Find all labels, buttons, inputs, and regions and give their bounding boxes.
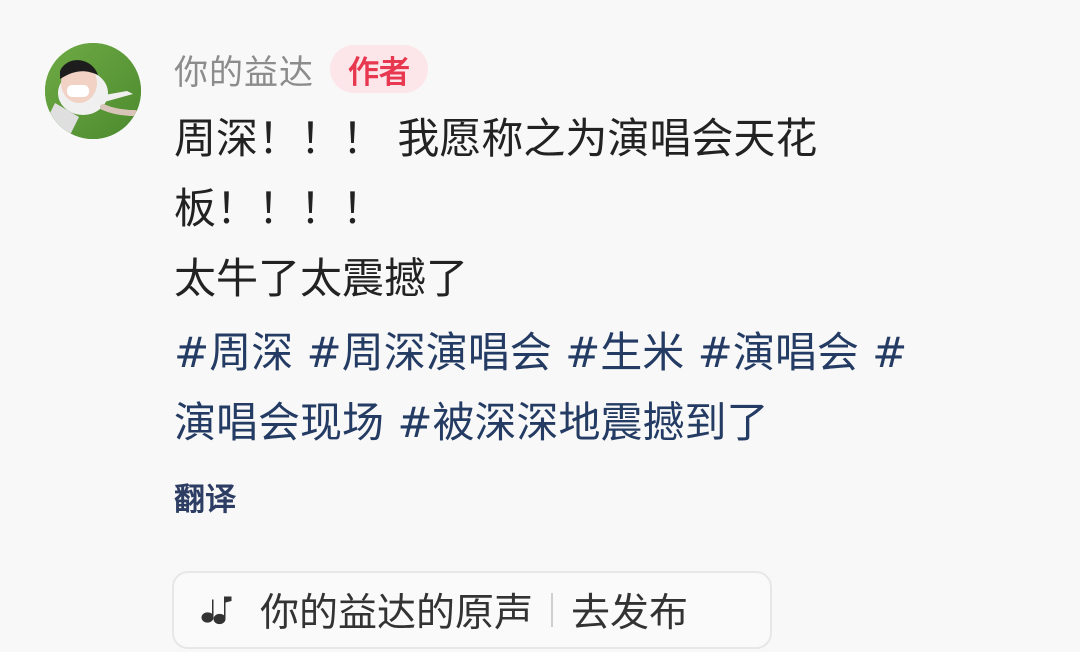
avatar-image xyxy=(45,43,141,139)
comment-screen: 你的益达 作者 周深！！！ 我愿称之为演唱会天花 板！！！！ 太牛了太震撼了 #… xyxy=(0,0,1080,652)
translate-link[interactable]: 翻译 xyxy=(174,474,236,519)
publish-button[interactable]: 去发布 xyxy=(571,582,688,638)
hashtag-line-1[interactable]: #周深 #周深演唱会 #生米 #演唱会 # xyxy=(174,318,1054,388)
comment-text: 周深！！！ 我愿称之为演唱会天花 板！！！！ 太牛了太震撼了 xyxy=(174,104,1054,314)
comment-line-2: 板！！！！ xyxy=(174,184,385,233)
sound-divider xyxy=(551,593,554,627)
avatar[interactable] xyxy=(45,43,141,139)
comment-line-1: 周深！！！ 我愿称之为演唱会天花 xyxy=(174,114,818,163)
hashtag-line-2[interactable]: 演唱会现场 #被深深地震撼到了 xyxy=(174,388,1054,458)
music-note-icon xyxy=(196,588,240,632)
author-tag: 作者 xyxy=(330,45,428,93)
sound-label[interactable]: 你的益达的原声 xyxy=(260,582,533,638)
comment-line-3: 太牛了太震撼了 xyxy=(174,254,469,303)
author-row: 你的益达 作者 xyxy=(174,44,428,94)
author-name[interactable]: 你的益达 xyxy=(174,45,314,94)
original-sound-chip[interactable]: 你的益达的原声 去发布 xyxy=(172,571,772,649)
hashtag-list: #周深 #周深演唱会 #生米 #演唱会 # 演唱会现场 #被深深地震撼到了 xyxy=(174,318,1054,458)
